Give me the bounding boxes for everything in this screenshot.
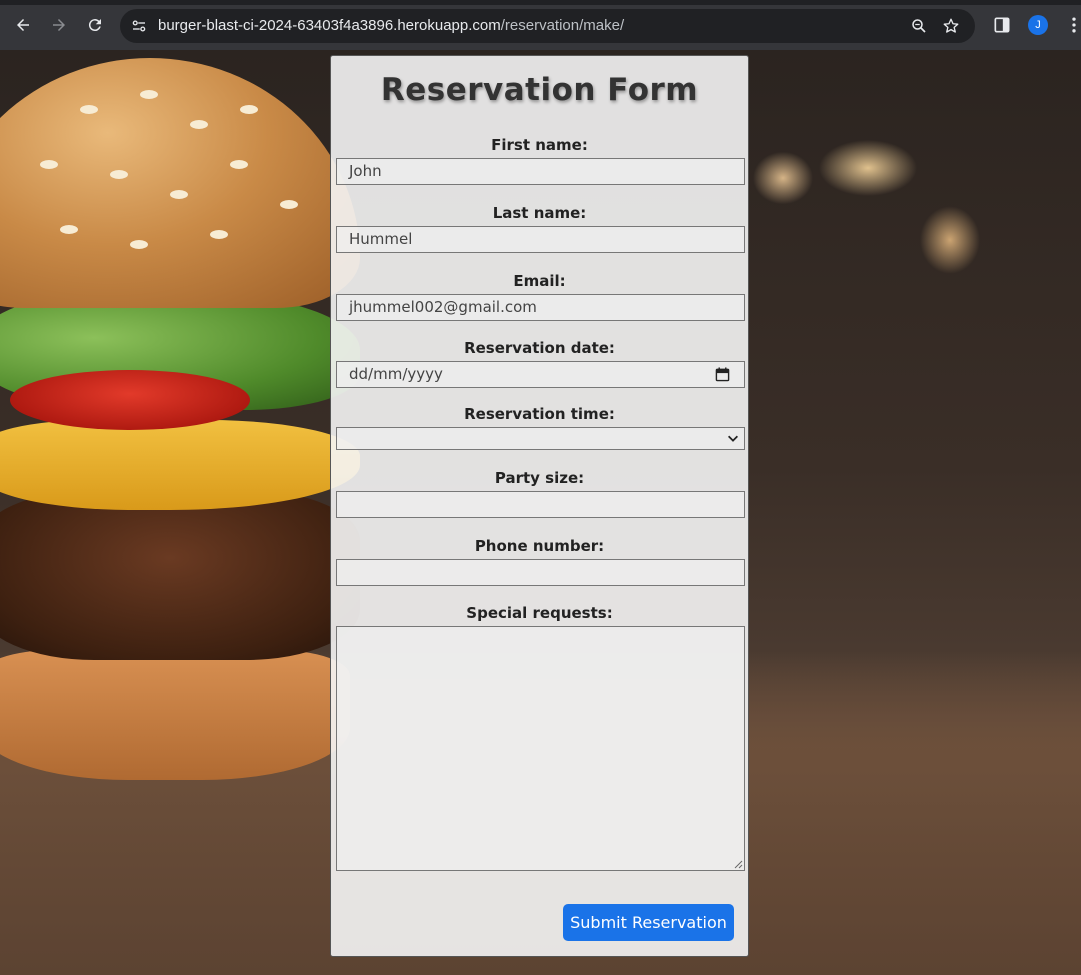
- url-host: burger-blast-ci-2024-63403f4a3896.heroku…: [158, 17, 501, 34]
- special-requests-textarea[interactable]: [336, 626, 745, 871]
- sesame-seed: [210, 230, 228, 239]
- url-path: /reservation/make/: [500, 17, 625, 34]
- reservation-time-label: Reservation time:: [464, 405, 615, 423]
- submit-reservation-button[interactable]: Submit Reservation: [563, 904, 734, 941]
- sesame-seed: [240, 105, 258, 114]
- special-requests-label: Special requests:: [466, 604, 613, 622]
- sesame-seed: [110, 170, 128, 179]
- calendar-icon[interactable]: [715, 367, 730, 382]
- first-name-value: John: [349, 162, 382, 180]
- zoom-icon[interactable]: [910, 17, 928, 35]
- menu-kebab-icon[interactable]: [1064, 15, 1081, 35]
- bookmark-star-icon[interactable]: [942, 17, 960, 35]
- first-name-label: First name:: [491, 136, 588, 154]
- back-icon[interactable]: [12, 14, 34, 36]
- burger-tomato: [10, 370, 250, 430]
- email-label: Email:: [513, 272, 566, 290]
- avatar[interactable]: J: [1028, 15, 1048, 35]
- sesame-seed: [40, 160, 58, 169]
- party-size-label: Party size:: [494, 469, 585, 487]
- tab-strip-edge: [0, 0, 1081, 5]
- reload-icon[interactable]: [84, 14, 106, 36]
- date-placeholder: dd/mm/yyyy: [349, 365, 443, 383]
- form-title: Reservation Form: [380, 72, 699, 108]
- forward-icon[interactable]: [48, 14, 70, 36]
- burger-cheese: [0, 420, 360, 510]
- phone-number-label: Phone number:: [474, 537, 605, 555]
- sesame-seed: [130, 240, 148, 249]
- burger-bottom-bun: [0, 650, 350, 780]
- last-name-field[interactable]: Hummel: [336, 226, 745, 253]
- reservation-date-field[interactable]: dd/mm/yyyy: [336, 361, 745, 388]
- chevron-down-icon: [728, 435, 738, 442]
- site-info-icon[interactable]: [130, 17, 148, 35]
- side-panel-icon[interactable]: [992, 15, 1012, 35]
- burger-patty: [0, 490, 360, 660]
- url-text: burger-blast-ci-2024-63403f4a3896.heroku…: [158, 17, 624, 34]
- party-size-field[interactable]: [336, 491, 745, 518]
- last-name-value: Hummel: [349, 230, 413, 248]
- browser-toolbar: burger-blast-ci-2024-63403f4a3896.heroku…: [0, 0, 1081, 50]
- resize-grip-icon[interactable]: [734, 860, 743, 869]
- sesame-seed: [280, 200, 298, 209]
- sesame-seed: [170, 190, 188, 199]
- burger-top-bun: [0, 58, 360, 308]
- address-bar[interactable]: burger-blast-ci-2024-63403f4a3896.heroku…: [120, 9, 975, 43]
- sesame-seed: [230, 160, 248, 169]
- last-name-label: Last name:: [492, 204, 587, 222]
- phone-number-field[interactable]: [336, 559, 745, 586]
- email-field[interactable]: jhummel002@gmail.com: [336, 294, 745, 321]
- sesame-seed: [190, 120, 208, 129]
- reservation-date-label: Reservation date:: [464, 339, 615, 357]
- reservation-form: Reservation Form First name: John Last n…: [330, 55, 749, 957]
- sesame-seed: [60, 225, 78, 234]
- sesame-seed: [80, 105, 98, 114]
- first-name-field[interactable]: John: [336, 158, 745, 185]
- reservation-time-select[interactable]: [336, 427, 745, 450]
- sesame-seed: [140, 90, 158, 99]
- email-value: jhummel002@gmail.com: [349, 298, 537, 316]
